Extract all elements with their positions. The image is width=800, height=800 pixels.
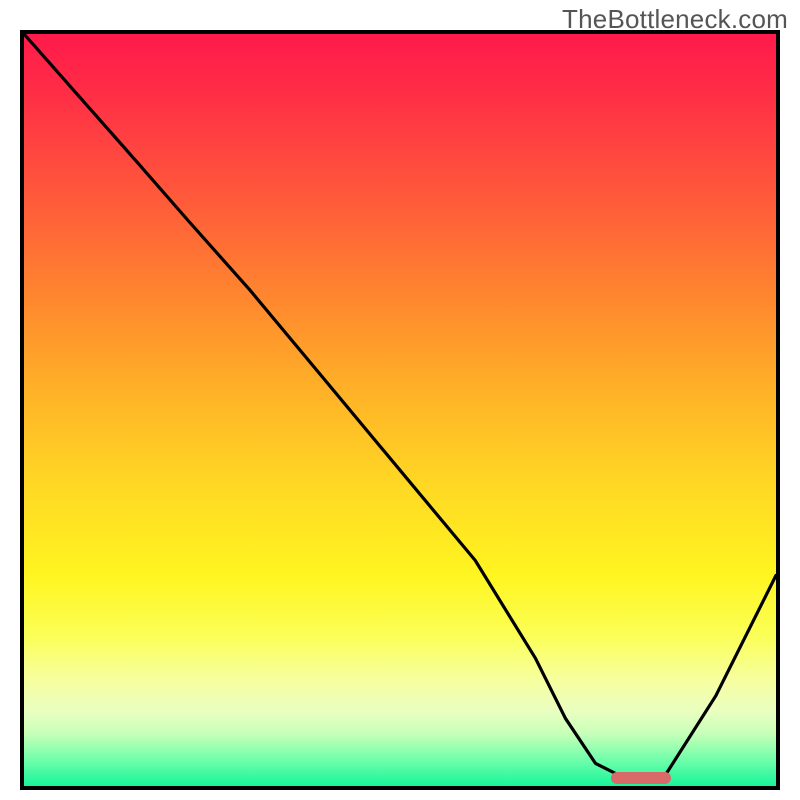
optimal-marker (611, 772, 671, 784)
bottleneck-curve (24, 34, 776, 786)
watermark-text: TheBottleneck.com (562, 4, 788, 35)
plot-area (20, 30, 780, 790)
chart-stage: TheBottleneck.com (0, 0, 800, 800)
